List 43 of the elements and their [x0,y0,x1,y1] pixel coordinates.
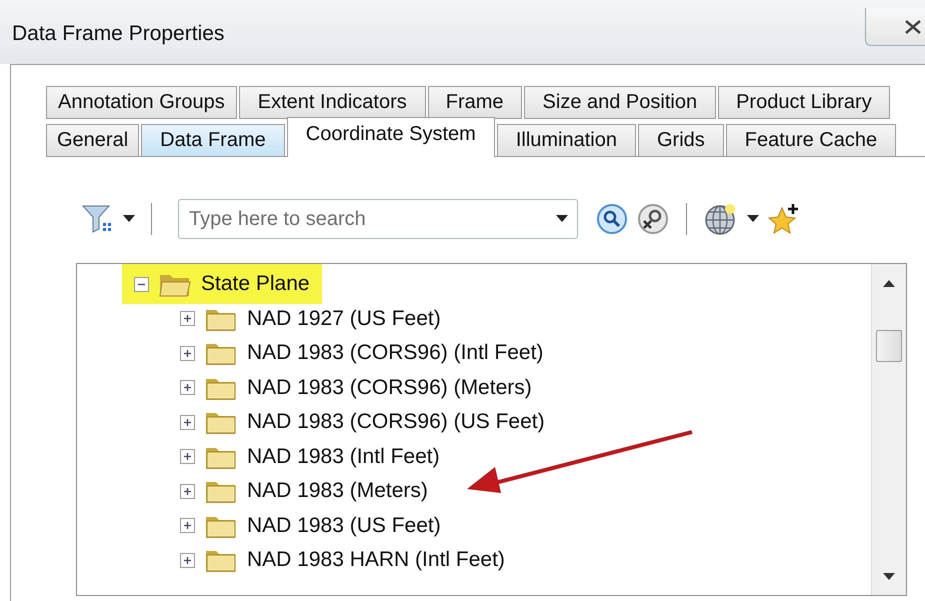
tree-item[interactable]: NAD 1983 (CORS96) (US Feet) [247,410,545,434]
tree-item[interactable]: NAD 1983 (CORS96) (Meters) [247,376,532,400]
scrollbar-thumb[interactable] [876,330,902,362]
tab[interactable]: Data Frame [141,124,285,157]
expand-icon[interactable] [180,484,195,499]
expand-icon[interactable] [180,380,195,396]
dropdown-caret-icon[interactable] [123,215,135,223]
tree-item[interactable]: NAD 1927 (US Feet) [247,306,441,331]
close-button[interactable] [865,8,925,46]
clear-search-icon[interactable] [636,203,670,235]
tab[interactable]: Illumination [496,124,636,157]
new-star-icon[interactable] [767,202,801,236]
close-icon [904,18,922,34]
tree-item[interactable]: NAD 1983 (US Feet) [247,514,441,538]
scroll-down-icon[interactable] [883,573,895,581]
dropdown-caret-icon[interactable] [556,215,568,223]
tab[interactable]: Coordinate System [286,117,495,157]
tab[interactable]: Feature Cache [726,124,896,157]
tab[interactable]: Frame [428,86,522,119]
collapse-icon[interactable] [134,276,149,292]
tab[interactable]: General [46,124,140,157]
tree-item[interactable]: NAD 1983 (Intl Feet) [247,444,440,469]
tab[interactable]: Annotation Groups [46,86,237,119]
tab[interactable]: Extent Indicators [238,86,426,119]
window-title: Data Frame Properties [12,22,224,46]
scroll-up-icon[interactable] [883,280,895,288]
expand-icon[interactable] [180,346,195,361]
expand-icon[interactable] [180,449,195,464]
dropdown-caret-icon[interactable] [747,215,759,223]
expand-icon[interactable] [180,311,195,326]
tab[interactable]: Size and Position [524,86,716,119]
tree-item[interactable]: NAD 1983 (Meters) [247,479,428,504]
tree-item[interactable]: State Plane [201,272,310,296]
expand-icon[interactable] [180,552,195,568]
tab[interactable]: Product Library [718,86,890,119]
expand-icon[interactable] [180,414,195,430]
scrollbar[interactable] [871,264,906,595]
search-field[interactable]: Type here to search [178,199,578,239]
tree-item[interactable]: NAD 1983 (CORS96) (Intl Feet) [247,341,544,366]
tab[interactable]: Grids [638,124,724,157]
search-icon[interactable] [596,203,628,235]
expand-icon[interactable] [180,518,195,534]
tree-item[interactable]: NAD 1983 HARN (Intl Feet) [247,548,505,572]
